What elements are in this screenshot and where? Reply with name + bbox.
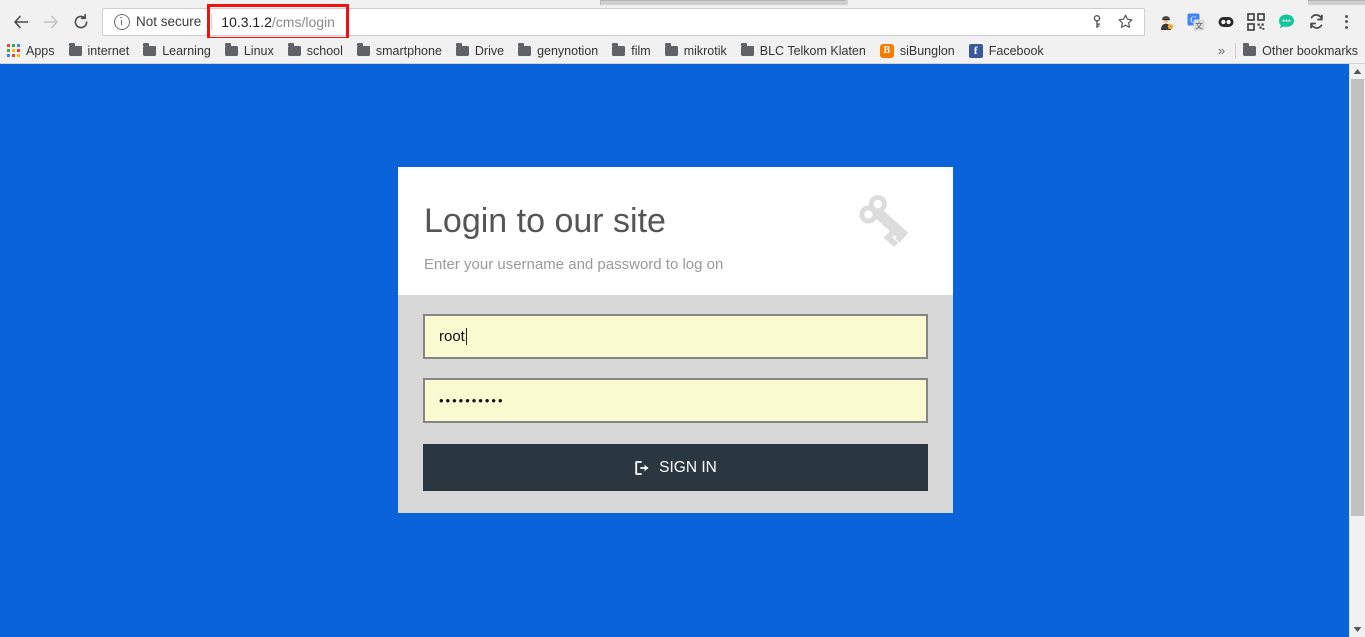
scrollbar-thumb[interactable] <box>1351 79 1364 516</box>
folder-icon <box>1243 43 1257 56</box>
username-value: root <box>439 328 465 346</box>
bookmark-star-icon[interactable] <box>1112 9 1138 35</box>
url-path: /cms/login <box>271 13 335 30</box>
bookmark-label: BLC Telkom Klaten <box>759 43 866 58</box>
bookmark-mikrotik[interactable]: mikrotik <box>658 40 734 62</box>
bookmark-facebook[interactable]: f Facebook <box>962 40 1051 62</box>
svg-text:文: 文 <box>1195 20 1203 30</box>
bookmark-label: Linux <box>243 43 274 58</box>
other-bookmarks-label: Other bookmarks <box>1262 43 1358 58</box>
bookmark-drive[interactable]: Drive <box>449 40 511 62</box>
sign-in-button[interactable]: SIGN IN <box>423 444 928 492</box>
folder-icon <box>612 43 626 56</box>
bookmark-label: internet <box>87 43 130 58</box>
info-circle-icon <box>114 13 130 30</box>
bookmark-label: genynotion <box>537 43 599 58</box>
url-text[interactable]: 10.3.1.2/cms/login <box>207 3 349 40</box>
folder-icon <box>740 43 754 56</box>
key-icon <box>849 189 921 251</box>
folder-icon <box>68 43 82 56</box>
bookmark-label: siBunglon <box>899 43 955 58</box>
scroll-up-arrow-icon[interactable] <box>1350 64 1365 79</box>
username-input[interactable]: root <box>423 314 928 360</box>
facebook-icon: f <box>968 43 983 58</box>
security-label: Not secure <box>136 14 202 29</box>
browser-window: Not secure 10.3.1.2/cms/login G 文 Apps i… <box>0 0 1365 637</box>
text-cursor <box>465 328 467 346</box>
sync-icon[interactable] <box>1303 9 1329 35</box>
bookmarks-overflow: » Other bookmarks <box>1208 40 1365 62</box>
url-host: 10.3.1.2 <box>221 13 272 30</box>
bookmark-label: Facebook <box>988 43 1044 58</box>
bookmark-learning[interactable]: Learning <box>136 40 218 62</box>
folder-icon <box>455 43 469 56</box>
spy-person-icon[interactable] <box>1153 9 1179 35</box>
three-dot-menu-icon[interactable] <box>1333 9 1359 35</box>
bookmark-other-bookmarks[interactable]: Other bookmarks <box>1236 40 1365 62</box>
bookmark-smartphone[interactable]: smartphone <box>350 40 449 62</box>
folder-icon <box>143 43 157 56</box>
security-status[interactable]: Not secure <box>103 9 211 35</box>
login-card-header: Login to our site Enter your username an… <box>398 167 953 296</box>
bookmark-sibunglon[interactable]: B siBunglon <box>873 40 962 62</box>
scrollbar-track[interactable] <box>1350 79 1365 622</box>
blogger-icon: B <box>879 43 894 58</box>
browser-toolbar: Not secure 10.3.1.2/cms/login G 文 <box>0 3 1365 40</box>
google-translate-icon[interactable]: G 文 <box>1183 9 1209 35</box>
folder-icon <box>664 43 678 56</box>
extension-icons: G 文 <box>1153 9 1333 35</box>
bookmark-blc-telkom-klaten[interactable]: BLC Telkom Klaten <box>734 40 873 62</box>
bookmarks-overflow-chevron[interactable]: » <box>1208 43 1235 58</box>
folder-icon <box>224 43 238 56</box>
sign-in-arrow-icon <box>634 460 650 476</box>
dark-oval-icon[interactable] <box>1213 9 1239 35</box>
bookmark-film[interactable]: film <box>605 40 657 62</box>
bookmark-label: Drive <box>474 43 505 58</box>
bookmark-linux[interactable]: Linux <box>218 40 281 62</box>
password-value: •••••••••• <box>439 393 505 409</box>
bookmarks-bar: Apps internet Learning Linux school smar… <box>0 38 1365 64</box>
login-subtitle: Enter your username and password to log … <box>424 256 724 274</box>
password-key-icon[interactable] <box>1084 9 1110 35</box>
login-card: Login to our site Enter your username an… <box>398 167 953 514</box>
bookmark-label: mikrotik <box>683 43 727 58</box>
apps-grid-icon <box>7 44 20 57</box>
password-input[interactable]: •••••••••• <box>423 378 928 424</box>
folder-icon <box>287 43 301 56</box>
folder-icon <box>518 43 532 56</box>
sign-in-label: SIGN IN <box>659 458 717 476</box>
scroll-down-arrow-icon[interactable] <box>1350 622 1365 637</box>
chat-bubble-icon[interactable] <box>1273 9 1299 35</box>
bookmark-school[interactable]: school <box>281 40 350 62</box>
address-bar[interactable]: Not secure 10.3.1.2/cms/login <box>102 3 1145 40</box>
bookmark-label: school <box>306 43 343 58</box>
bookmark-genynotion[interactable]: genynotion <box>511 40 605 62</box>
bookmark-internet[interactable]: internet <box>62 40 137 62</box>
page-scrollbar[interactable] <box>1349 64 1365 637</box>
bookmark-label: Learning <box>162 43 211 58</box>
bookmark-label: film <box>631 43 651 58</box>
qr-code-icon[interactable] <box>1243 9 1269 35</box>
bookmark-label: smartphone <box>375 43 442 58</box>
folder-icon <box>356 43 370 56</box>
bookmark-apps-label: Apps <box>26 43 55 58</box>
login-form: root •••••••••• SIGN IN <box>398 295 953 514</box>
omnibox-actions <box>1084 9 1144 35</box>
bookmark-apps[interactable]: Apps <box>0 40 62 62</box>
reload-icon[interactable] <box>66 7 96 37</box>
forward-arrow-icon <box>36 7 66 37</box>
page-content: Login to our site Enter your username an… <box>0 64 1350 637</box>
back-arrow-icon[interactable] <box>6 7 36 37</box>
